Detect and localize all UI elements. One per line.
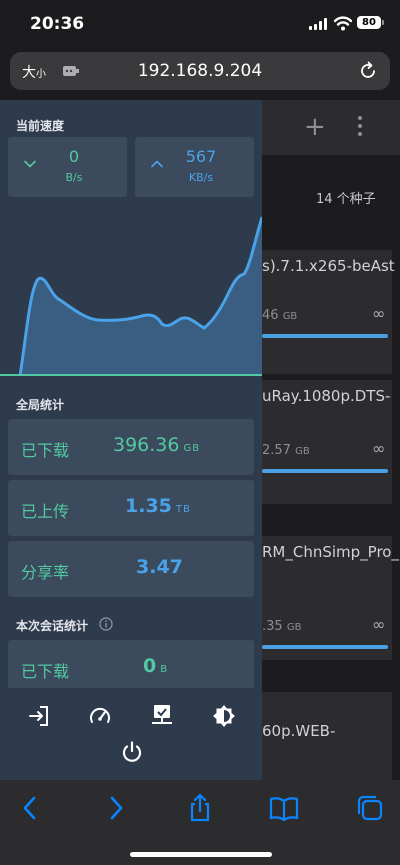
stat-value-number: 0 (143, 655, 157, 677)
stats-panel: 当前速度 0 B/s 567 KB/s 全局统计 已下载 396.36 GB 已… (0, 100, 262, 780)
stat-value-number: 396.36 (113, 434, 180, 456)
speedometer-icon[interactable] (88, 704, 112, 728)
wifi-icon (334, 16, 352, 31)
speed-chart (0, 216, 262, 376)
battery-indicator: 80 (357, 16, 384, 29)
torrent-size-value: 46 (262, 308, 279, 323)
global-ratio-card: 分享率 3.47 (8, 541, 254, 597)
torrent-item[interactable]: uRay.1080p.DTS- 2.57 GB ∞ (262, 380, 392, 504)
global-uploaded-card: 已上传 1.35 TB (8, 480, 254, 536)
tabs-icon[interactable] (355, 793, 385, 823)
torrent-count: 14 个种子 (316, 192, 376, 207)
torrent-size-value: 2.57 (262, 443, 291, 458)
stat-unit: TB (175, 504, 191, 515)
stat-value-number: 1.35 (125, 495, 172, 517)
upload-speed-value: 567 (185, 147, 217, 166)
current-speed-title: 当前速度 (16, 119, 65, 133)
global-stats-title: 全局统计 (16, 398, 65, 412)
status-bar: 20:36 80 (0, 0, 400, 50)
stat-unit: GB (183, 443, 201, 454)
download-speed-value: 0 (68, 147, 80, 166)
status-time: 20:36 (30, 14, 85, 34)
theme-icon[interactable] (212, 704, 236, 728)
stat-value: 0B (143, 655, 168, 677)
torrent-item[interactable]: RM_ChnSimp_Pro_E .35 GB ∞ (262, 536, 400, 660)
power-icon[interactable] (120, 740, 144, 764)
screen: 20:36 80 大小 192.168.9.204 + 14 个种子 s).7.… (0, 0, 400, 865)
torrent-size: 46 GB (262, 308, 297, 323)
torrent-progress-bar (262, 469, 388, 473)
address-bar[interactable]: 大小 192.168.9.204 (10, 52, 390, 90)
torrent-name: uRay.1080p.DTS- (262, 387, 391, 405)
torrent-progress-bar (262, 334, 388, 338)
stat-label: 分享率 (21, 563, 70, 582)
stat-value: 396.36 GB (113, 434, 200, 456)
chevron-down-icon (24, 160, 36, 168)
session-stats-title: 本次会话统计 (16, 619, 89, 633)
cellular-signal-icon (309, 18, 329, 30)
global-downloaded-card: 已下载 396.36 GB (8, 419, 254, 475)
reload-icon[interactable] (358, 61, 378, 81)
login-icon[interactable] (27, 704, 51, 728)
torrent-item[interactable]: s).7.1.x265-beAst 46 GB ∞ (262, 250, 395, 374)
torrent-item[interactable]: 60p.WEB- (262, 692, 392, 780)
torrent-size-unit: GB (295, 446, 310, 457)
home-indicator (130, 852, 272, 857)
stat-label: 已下载 (21, 441, 70, 460)
add-torrent-icon[interactable]: + (304, 112, 326, 142)
bookmarks-icon[interactable] (269, 793, 299, 823)
torrent-size: 2.57 GB (262, 443, 310, 458)
forward-icon[interactable] (101, 793, 131, 823)
torrent-ratio: ∞ (372, 439, 386, 458)
upload-speed-unit: KB/s (188, 171, 214, 184)
info-icon[interactable] (99, 617, 113, 631)
stat-label: 已下载 (21, 662, 70, 681)
torrent-progress-bar (262, 645, 388, 649)
network-icon[interactable] (150, 703, 174, 727)
upload-speed-card: 567 KB/s (135, 137, 254, 197)
share-icon[interactable] (185, 793, 215, 823)
download-speed-unit: B/s (65, 171, 83, 184)
stat-unit: B (160, 664, 169, 675)
torrent-ratio: ∞ (372, 304, 386, 323)
more-options-icon[interactable] (358, 116, 362, 136)
panel-toolbar (0, 688, 262, 780)
torrent-size: .35 GB (262, 619, 301, 634)
stat-label: 已上传 (21, 502, 70, 521)
stat-value-number: 3.47 (136, 556, 183, 578)
back-icon[interactable] (15, 793, 45, 823)
list-toolbar: + (262, 100, 400, 155)
torrent-size-value: .35 (262, 619, 283, 634)
torrent-name: 60p.WEB- (262, 722, 336, 740)
chevron-up-icon (151, 160, 163, 168)
torrent-list: + 14 个种子 s).7.1.x265-beAst 46 GB ∞ uRay.… (262, 100, 400, 780)
torrent-size-unit: GB (282, 311, 298, 322)
torrent-ratio: ∞ (372, 615, 386, 634)
torrent-name: s).7.1.x265-beAst (262, 257, 395, 275)
stat-value: 3.47 (136, 556, 187, 578)
torrent-name: RM_ChnSimp_Pro_E (262, 543, 400, 561)
torrent-size-unit: GB (286, 622, 302, 633)
url-host[interactable]: 192.168.9.204 (10, 61, 390, 81)
stat-value: 1.35 TB (125, 495, 191, 517)
download-speed-card: 0 B/s (8, 137, 127, 197)
